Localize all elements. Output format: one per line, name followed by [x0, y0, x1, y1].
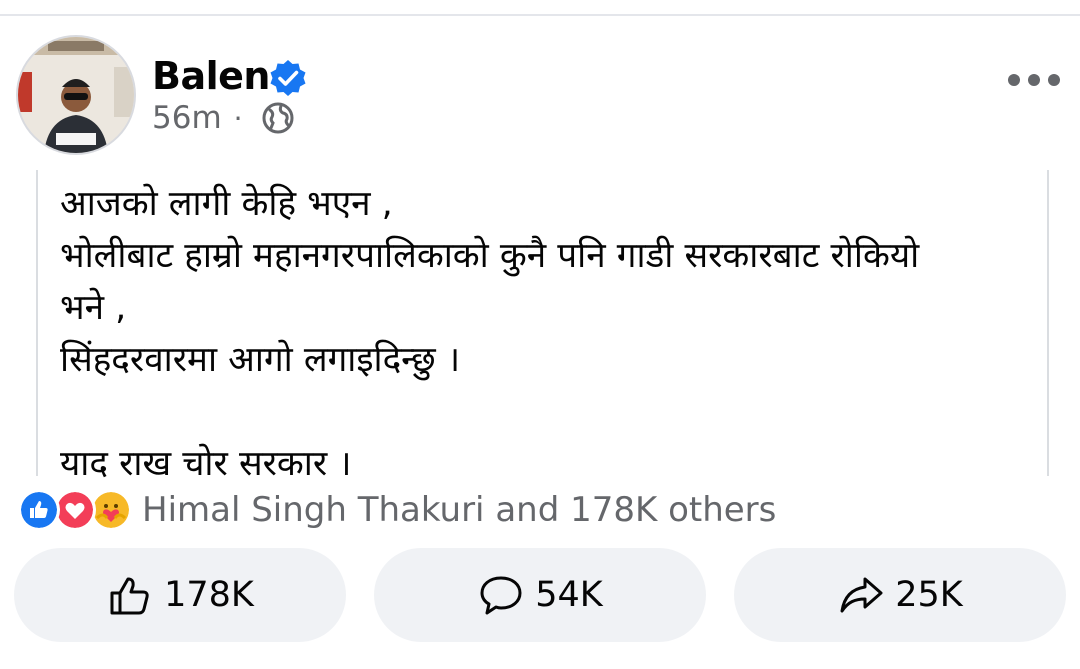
post-meta: 56m ·	[152, 100, 295, 136]
like-count: 178K	[164, 575, 254, 615]
thumbs-up-icon	[110, 577, 149, 615]
share-count: 25K	[895, 575, 963, 615]
separator-dot: ·	[233, 101, 243, 135]
author-name[interactable]: Balen	[152, 54, 270, 98]
love-reaction-icon	[54, 489, 96, 531]
reactions-summary[interactable]: Himal Singh Thakuri and 178K others	[18, 489, 777, 531]
avatar-image	[18, 37, 134, 153]
author-avatar[interactable]	[18, 37, 134, 153]
reaction-summary-text: Himal Singh Thakuri and 178K others	[142, 490, 777, 530]
verified-badge-icon	[270, 60, 306, 96]
comment-button[interactable]: 54K	[374, 548, 706, 642]
more-dot-icon	[1008, 74, 1020, 86]
care-reaction-icon	[90, 489, 132, 531]
more-dot-icon	[1048, 74, 1060, 86]
like-reaction-icon	[18, 489, 60, 531]
comment-count: 54K	[535, 575, 603, 615]
more-dot-icon	[1028, 74, 1040, 86]
comment-icon	[480, 576, 522, 615]
post-body: आजको लागी केहि भएन , भोलीबाट हाम्रो महान…	[36, 170, 1049, 484]
top-divider	[0, 14, 1080, 16]
more-options-button[interactable]	[1008, 66, 1060, 94]
post-time[interactable]: 56m	[152, 100, 222, 136]
globe-icon[interactable]	[261, 101, 295, 135]
share-icon	[840, 577, 883, 613]
like-button[interactable]: 178K	[14, 548, 346, 642]
share-button[interactable]: 25K	[734, 548, 1066, 642]
post-text: आजको लागी केहि भएन , भोलीबाट हाम्रो महान…	[60, 184, 920, 484]
